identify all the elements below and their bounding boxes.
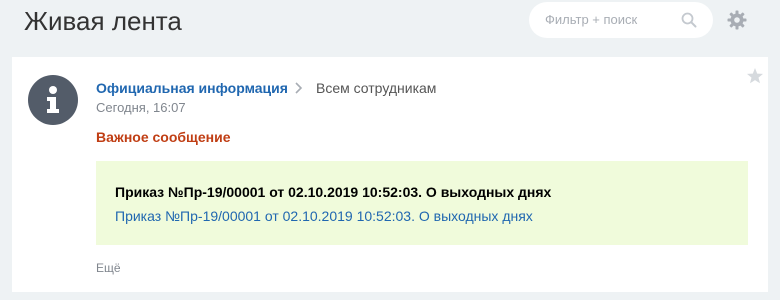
info-icon bbox=[47, 86, 59, 113]
search-input[interactable]: Фильтр + поиск bbox=[529, 2, 713, 38]
page-title: Живая лента bbox=[24, 6, 182, 36]
message-box: Приказ №Пр-19/00001 от 02.10.2019 10:52:… bbox=[96, 161, 748, 245]
post-date[interactable]: Сегодня, 16:07 bbox=[96, 100, 186, 116]
message-link[interactable]: Приказ №Пр-19/00001 от 02.10.2019 10:52:… bbox=[115, 207, 533, 225]
post-title: Важное сообщение bbox=[96, 129, 231, 145]
gear-icon[interactable] bbox=[727, 10, 747, 30]
star-icon[interactable] bbox=[746, 67, 764, 85]
feed-post: Официальная информация Всем сотрудникам … bbox=[12, 57, 768, 292]
search-icon[interactable] bbox=[681, 12, 697, 28]
search-placeholder: Фильтр + поиск bbox=[545, 12, 638, 27]
chevron-right-icon bbox=[295, 82, 303, 94]
message-heading: Приказ №Пр-19/00001 от 02.10.2019 10:52:… bbox=[115, 184, 552, 200]
post-author-link[interactable]: Официальная информация bbox=[96, 79, 288, 97]
avatar[interactable] bbox=[28, 75, 78, 125]
more-link[interactable]: Ещё bbox=[96, 260, 121, 276]
post-audience: Всем сотрудникам bbox=[316, 80, 437, 96]
